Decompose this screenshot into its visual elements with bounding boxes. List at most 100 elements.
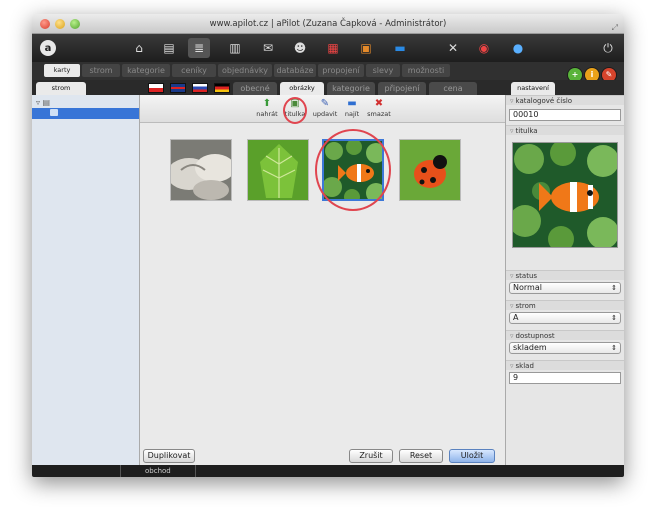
tree-label: strom (515, 302, 536, 310)
upload-label: nahrát (256, 110, 278, 118)
folder-icon[interactable]: ▬ (391, 39, 409, 57)
upload-arrow-icon: ⬆ (262, 98, 272, 109)
settings-panel: ▿ katalogové číslo 00010 ▿ titulka ▿ status… (505, 95, 624, 465)
tree-select[interactable]: A ⇕ (509, 312, 621, 324)
select-arrow-icon: ⇕ (611, 284, 617, 292)
lifebuoy-icon[interactable]: ◉ (475, 39, 493, 57)
right-tab-bar: nastavení (505, 80, 624, 95)
status-select[interactable]: Normal ⇕ (509, 282, 621, 294)
availability-section[interactable]: ▿ dostupnost (506, 330, 624, 340)
tab-objednavky[interactable]: objednávky (218, 64, 272, 77)
database-icon[interactable]: ≣ (188, 38, 210, 58)
update-label: updavit (312, 110, 338, 118)
availability-label: dostupnost (515, 332, 555, 340)
flag-cz-icon[interactable] (148, 83, 164, 93)
delete-button[interactable]: ✖ smazat (364, 97, 394, 118)
power-icon[interactable]: ⏻ (599, 39, 617, 57)
home-icon[interactable]: ⌂ (130, 39, 148, 57)
leaf-image (248, 140, 308, 200)
status-value: Normal (513, 283, 542, 292)
duplicate-button[interactable]: Duplikovat (143, 449, 195, 463)
tab-moznosti[interactable]: možnosti (402, 64, 450, 77)
select-arrow-icon: ⇕ (611, 314, 617, 322)
stock-label: sklad (515, 362, 534, 370)
ladybug-image (400, 140, 460, 200)
minimize-window-button[interactable] (55, 19, 65, 29)
stock-section[interactable]: ▿ sklad (506, 360, 624, 370)
reset-button[interactable]: Reset (399, 449, 443, 463)
tab-cena[interactable]: cena (429, 82, 477, 95)
highlight-ring-selected-image (315, 129, 391, 211)
cancel-button[interactable]: Zrušit (349, 449, 393, 463)
highlight-ring-cover-action (283, 97, 307, 124)
globe-icon[interactable]: ● (509, 39, 527, 57)
flag-sk-icon[interactable] (192, 83, 208, 93)
close-window-button[interactable] (40, 19, 50, 29)
folder-icon (50, 109, 58, 116)
tab-pripojeni[interactable]: připojení (378, 82, 426, 95)
status-section[interactable]: ▿ status (506, 270, 624, 280)
main-toolbar: a ⌂ ▤ ≣ ▥ ✉ ☻ ▦ ▣ ▬ ✕ ◉ ● ⏻ (32, 34, 624, 62)
tab-databaze[interactable]: databáze (274, 64, 316, 77)
select-arrow-icon: ⇕ (611, 344, 617, 352)
clipboard-icon[interactable]: ▥ (226, 39, 244, 57)
calendar-icon[interactable]: ▦ (324, 39, 342, 57)
cover-image (512, 142, 618, 248)
main-tab-bar: karty strom kategorie ceníky objednávky … (32, 62, 624, 80)
find-label: najít (344, 110, 360, 118)
catalog-number-section[interactable]: ▿ katalogové číslo (506, 95, 624, 105)
find-icon: ▬ (347, 98, 357, 109)
find-button[interactable]: ▬ najít (337, 97, 367, 118)
stones-image (171, 140, 231, 200)
tab-strom-panel[interactable]: strom (36, 82, 86, 95)
tab-kategorie[interactable]: kategorie (122, 64, 170, 77)
app-window: www.apilot.cz | aPilot (Zuzana Čapková -… (32, 14, 624, 477)
zoom-window-button[interactable] (70, 19, 80, 29)
brush-icon: ✎ (320, 98, 330, 109)
tab-karty[interactable]: karty (44, 64, 80, 77)
flag-gb-icon[interactable] (170, 83, 186, 93)
cover-section[interactable]: ▿ titulka (506, 125, 624, 135)
tab-nastaveni[interactable]: nastavení (511, 82, 555, 95)
tab-kategorie-sub[interactable]: kategorie (327, 82, 375, 95)
catalog-number-field[interactable]: 00010 (509, 109, 621, 121)
image-thumbnail-ladybug[interactable] (399, 139, 461, 201)
availability-value: skladem (513, 343, 547, 352)
image-thumbnail-leaf[interactable] (247, 139, 309, 201)
status-segment[interactable]: obchod (120, 465, 196, 477)
title-bar: www.apilot.cz | aPilot (Zuzana Čapková -… (32, 14, 624, 34)
tree-panel: ▿ ▤ A (32, 95, 140, 465)
tree-section[interactable]: ▿ strom (506, 300, 624, 310)
document-icon[interactable]: ▤ (160, 39, 178, 57)
status-bar: obchod (32, 465, 624, 477)
tree-value: A (513, 313, 519, 322)
delete-icon: ✖ (374, 98, 384, 109)
upload-button[interactable]: ⬆ nahrát (252, 97, 282, 118)
delete-label: smazat (367, 110, 391, 118)
cover-clownfish-image (513, 143, 617, 247)
tree-root-icon[interactable]: ▿ ▤ (36, 98, 50, 107)
mail-icon[interactable]: ✉ (259, 39, 277, 57)
cabinet-icon[interactable]: ▣ (357, 39, 375, 57)
apilot-logo-icon[interactable]: a (40, 40, 56, 56)
tab-obrazky[interactable]: obrázky (280, 82, 324, 95)
people-icon[interactable]: ☻ (291, 39, 309, 57)
image-thumbnail-stones[interactable] (170, 139, 232, 201)
tab-ceniky[interactable]: ceníky (172, 64, 216, 77)
stock-field[interactable]: 9 (509, 372, 621, 384)
images-panel: ⬆ nahrát ▣ titulka ✎ updavit ▬ najít ✖ s… (140, 95, 505, 465)
tab-strom[interactable]: strom (82, 64, 120, 77)
save-button[interactable]: Uložit (449, 449, 495, 463)
update-button[interactable]: ✎ updavit (310, 97, 340, 118)
tab-obecne[interactable]: obecné (233, 82, 277, 95)
tab-propojeni[interactable]: propojení (318, 64, 364, 77)
tools-icon[interactable]: ✕ (444, 39, 462, 57)
cover-label: titulka (515, 127, 538, 135)
tree-item-a[interactable]: A (32, 108, 139, 119)
availability-select[interactable]: skladem ⇕ (509, 342, 621, 354)
tab-slevy[interactable]: slevy (366, 64, 400, 77)
image-action-bar: ⬆ nahrát ▣ titulka ✎ updavit ▬ najít ✖ s… (140, 95, 505, 123)
status-label: obchod (145, 467, 171, 475)
window-title: www.apilot.cz | aPilot (Zuzana Čapková -… (209, 19, 447, 29)
flag-de-icon[interactable] (214, 83, 230, 93)
